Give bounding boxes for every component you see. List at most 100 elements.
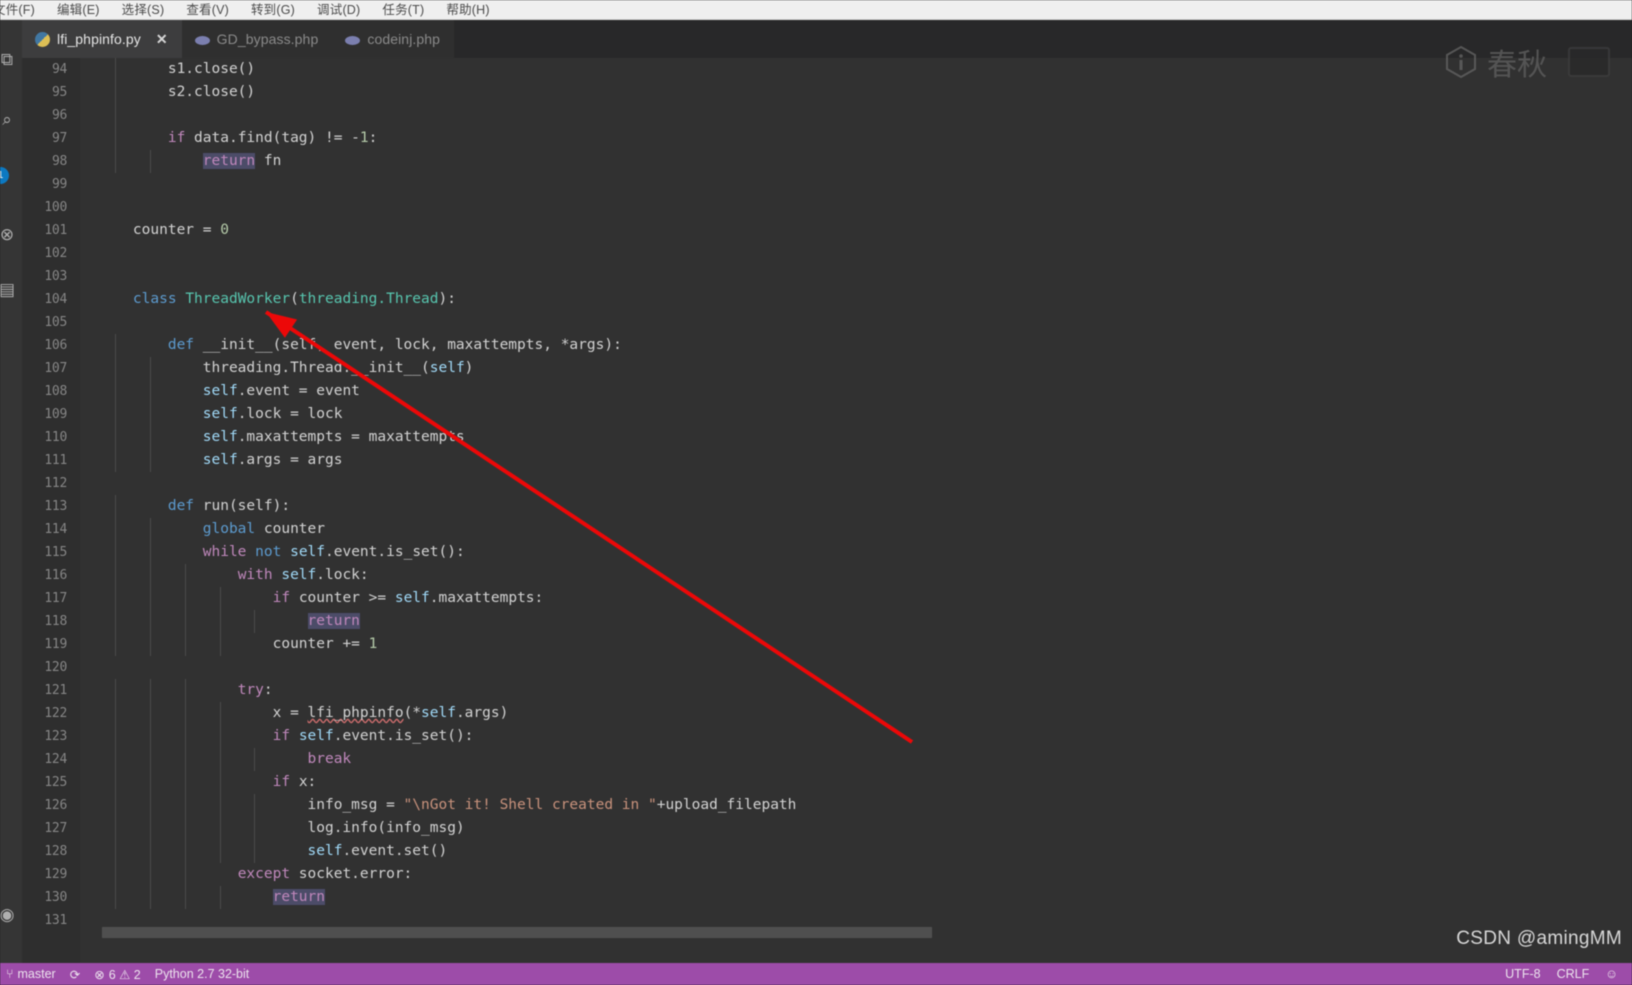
indent-guide — [219, 771, 221, 794]
code-line[interactable]: 110 self.maxattempts = maxattempts — [22, 426, 1632, 449]
indent-guide — [114, 610, 116, 633]
search-icon[interactable]: ⌕ — [0, 105, 22, 135]
code-line[interactable]: 101 counter = 0 — [22, 219, 1632, 242]
menu-selection[interactable]: 选择(S) — [111, 0, 176, 19]
problems-status[interactable]: ⊗ 6 ⚠ 2 — [94, 967, 141, 982]
code-line[interactable]: 108 self.event = event — [22, 380, 1632, 403]
code-token: while — [202, 544, 256, 560]
indent-guide — [149, 380, 151, 403]
line-number: 116 — [44, 568, 67, 583]
indent-guide — [149, 403, 151, 426]
code-line[interactable]: 125 if x: — [22, 771, 1632, 794]
menu-tasks[interactable]: 任务(T) — [371, 0, 435, 19]
indent-guide — [114, 886, 116, 909]
code-line[interactable]: 127 log.info(info_msg) — [22, 817, 1632, 840]
code-line-text: x = lfi_phpinfo(*self.args) — [80, 702, 508, 725]
editor-tab-2[interactable]: GD_bypass.php — [181, 20, 333, 58]
indent-guide — [254, 794, 256, 817]
code-content[interactable]: 94 s1.close() 95 s2.close() 96 97 if data.… — [22, 58, 1632, 963]
code-line[interactable]: 114 global counter — [22, 518, 1632, 541]
code-line[interactable]: 124 break — [22, 748, 1632, 771]
accounts-icon[interactable]: ◉ — [0, 900, 22, 930]
code-line[interactable]: 98 return fn — [22, 150, 1632, 173]
editor-tab-1[interactable]: lfi_phpinfo.py ✕ — [22, 20, 182, 58]
horizontal-scrollbar[interactable] — [102, 927, 932, 938]
code-editor[interactable]: 94 s1.close() 95 s2.close() 96 97 if data.… — [22, 58, 1632, 963]
indent-guide — [184, 564, 186, 587]
menu-go[interactable]: 转到(G) — [240, 0, 306, 19]
code-line[interactable]: 118 return — [22, 610, 1632, 633]
code-line[interactable]: 112 — [22, 472, 1632, 495]
line-number: 113 — [44, 499, 67, 514]
code-line[interactable]: 122 x = lfi_phpinfo(*self.args) — [22, 702, 1632, 725]
code-line[interactable]: 119 counter += 1 — [22, 633, 1632, 656]
code-line[interactable]: 107 threading.Thread.__init__(self) — [22, 357, 1632, 380]
source-control-icon[interactable]: 1 — [0, 160, 22, 190]
vscode-window: 文件(F)编辑(E)选择(S)查看(V)转到(G)调试(D)任务(T)帮助(H)… — [0, 0, 1632, 985]
code-line[interactable]: 95 s2.close() — [22, 81, 1632, 104]
code-line[interactable]: 94 s1.close() — [22, 58, 1632, 81]
code-line[interactable]: 104 class ThreadWorker(threading.Thread)… — [22, 288, 1632, 311]
code-token: not — [255, 544, 282, 560]
code-line[interactable]: 105 — [22, 311, 1632, 334]
menu-edit[interactable]: 编辑(E) — [46, 0, 111, 19]
debug-icon[interactable]: ⊗ — [0, 220, 22, 250]
code-token: log.info(info_msg) — [307, 820, 465, 836]
encoding-status[interactable]: UTF-8 — [1505, 967, 1540, 981]
code-line[interactable]: 123 if self.event.is_set(): — [22, 725, 1632, 748]
code-line[interactable]: 113 def run(self): — [22, 495, 1632, 518]
problems-status-icon: ⊗ — [94, 967, 105, 982]
indent-guide — [184, 817, 186, 840]
code-line[interactable]: 102 — [22, 242, 1632, 265]
editor-tab-3[interactable]: codeinj.php — [332, 20, 455, 58]
code-line[interactable]: 130 return — [22, 886, 1632, 909]
code-line[interactable]: 116 with self.lock: — [22, 564, 1632, 587]
branch-status[interactable]: ⑂ master — [6, 967, 56, 981]
line-number: 124 — [44, 752, 67, 767]
code-line[interactable]: 97 if data.find(tag) != -1: — [22, 127, 1632, 150]
code-token: __init__ — [202, 337, 273, 353]
code-token: (* — [403, 705, 422, 721]
hexagon-info-icon — [1444, 45, 1478, 79]
code-line-text: threading.Thread.__init__(self) — [80, 357, 473, 380]
code-line[interactable]: 120 — [22, 656, 1632, 679]
code-line[interactable]: 129 except socket.error: — [22, 863, 1632, 886]
language-status[interactable]: Python 2.7 32-bit — [155, 967, 250, 981]
indent-guide — [184, 610, 186, 633]
line-number: 104 — [44, 292, 67, 307]
code-line[interactable]: 117 if counter >= self.maxattempts: — [22, 587, 1632, 610]
code-token: self — [202, 429, 238, 445]
close-tab-icon[interactable]: ✕ — [156, 31, 168, 48]
code-line[interactable]: 103 — [22, 265, 1632, 288]
code-line[interactable]: 126 info_msg = "\nGot it! Shell created … — [22, 794, 1632, 817]
code-token: return — [202, 153, 256, 169]
feedback-status[interactable]: ☺ — [1605, 967, 1618, 981]
code-token: self — [202, 383, 238, 399]
menu-help[interactable]: 帮助(H) — [435, 0, 500, 19]
code-line[interactable]: 109 self.lock = lock — [22, 403, 1632, 426]
code-line[interactable]: 115 while not self.event.is_set(): — [22, 541, 1632, 564]
sync-status[interactable]: ⟳ — [70, 967, 80, 982]
code-token: .args = args — [237, 452, 343, 468]
code-line[interactable]: 96 — [22, 104, 1632, 127]
code-line[interactable]: 111 self.args = args — [22, 449, 1632, 472]
menu-view[interactable]: 查看(V) — [175, 0, 240, 19]
code-token: s2.close() — [167, 84, 256, 100]
code-line[interactable]: 99 — [22, 173, 1632, 196]
menu-debug[interactable]: 调试(D) — [306, 0, 371, 19]
php-file-icon — [194, 36, 210, 45]
indent-guide — [149, 150, 151, 173]
code-token: .event.is_set(): — [333, 728, 474, 744]
explorer-icon[interactable]: ⧉ — [0, 45, 22, 75]
code-line[interactable]: 128 self.event.set() — [22, 840, 1632, 863]
code-line[interactable]: 106 def __init__(self, event, lock, maxa… — [22, 334, 1632, 357]
eol-status[interactable]: CRLF — [1557, 967, 1590, 981]
code-line[interactable]: 121 try: — [22, 679, 1632, 702]
code-line[interactable]: 100 — [22, 196, 1632, 219]
indent-guide — [114, 794, 116, 817]
code-token: self — [298, 728, 334, 744]
extensions-icon[interactable]: ▤ — [0, 275, 22, 305]
menu-file[interactable]: 文件(F) — [0, 0, 46, 19]
line-number: 109 — [44, 407, 67, 422]
